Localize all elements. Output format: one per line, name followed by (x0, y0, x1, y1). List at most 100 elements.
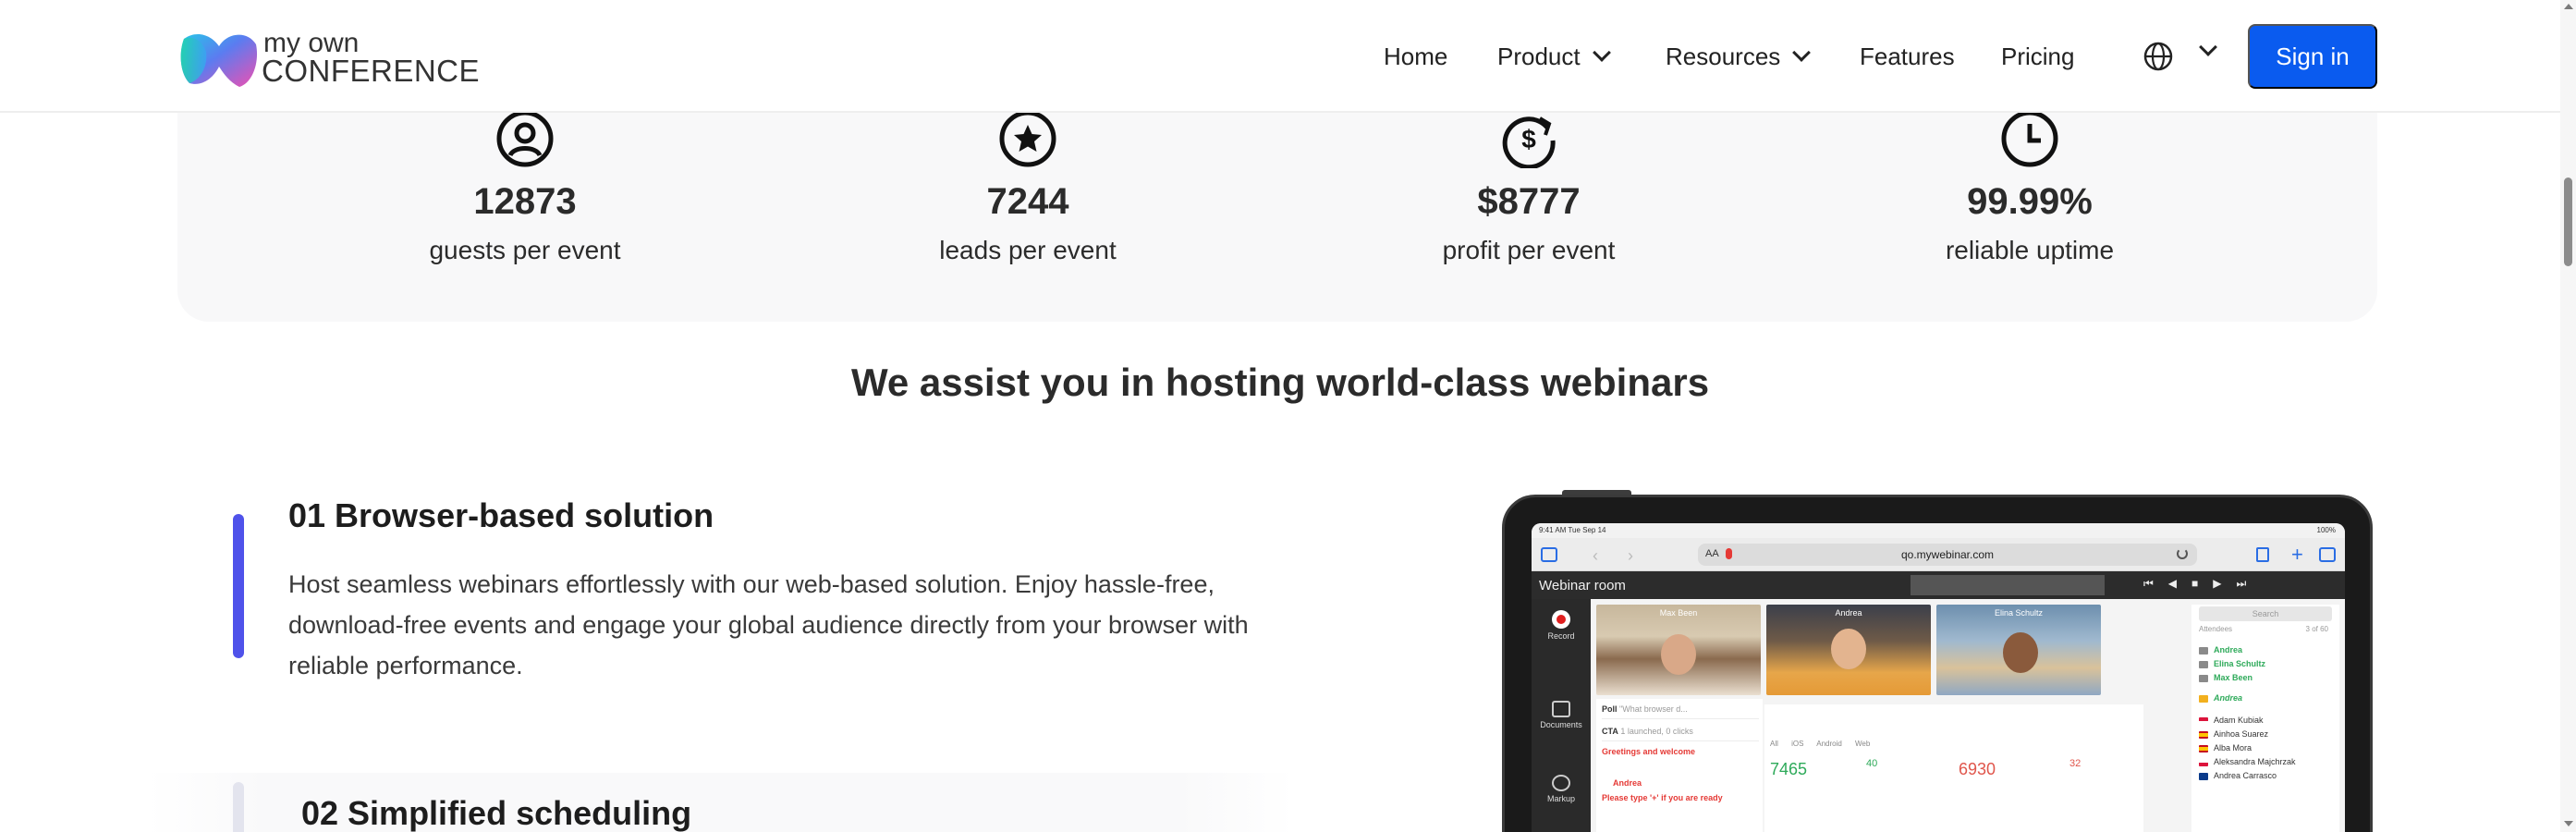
analytics-small-1: 40 (1866, 758, 1878, 769)
attendee-row: Ainhoa Suarez (2199, 728, 2338, 741)
language-chevron-down-icon[interactable] (2199, 38, 2217, 56)
video-tile: Andrea (1766, 605, 1931, 695)
page-scrollbar[interactable] (2560, 0, 2576, 832)
sidebar-markup-label: Markup (1546, 794, 1575, 803)
attendee-name: Alba Mora (2214, 743, 2252, 752)
reader-text-size: AA (1705, 548, 1719, 559)
scroll-up-arrow-icon[interactable] (2564, 4, 2573, 9)
video-tile: Max Been (1596, 605, 1761, 695)
chat-author: Andrea (1613, 778, 1642, 788)
site-header: my own CONFERENCE Home Product Resources… (0, 0, 2560, 113)
flag-icon (2199, 758, 2208, 766)
nav-product[interactable]: Product (1497, 41, 1611, 72)
stat-uptime: 99.99% reliable uptime (1836, 109, 2224, 266)
host-name: Andrea (2214, 645, 2243, 655)
stat-leads: 7244 leads per event (834, 109, 1222, 266)
stat-value: 12873 (473, 181, 577, 222)
analytics-small-2: 32 (2069, 758, 2082, 769)
url-text: qo.mywebinar.com (1900, 548, 1995, 561)
poll-row: Poll "What browser d... (1602, 699, 1759, 719)
host-name: Elina Schultz (2214, 659, 2266, 668)
attendee-row: Adam Kubiak (2199, 714, 2338, 728)
device-status-bar: 9:41 AM Tue Sep 14 100% (1532, 523, 2345, 538)
chevron-down-icon (1792, 43, 1812, 62)
flag-icon (2199, 716, 2208, 725)
nav-pricing-label: Pricing (2001, 43, 2075, 70)
chevron-down-icon (1592, 43, 1611, 62)
logo-mark-icon (180, 33, 258, 87)
browser-toolbar: ‹ › AA qo.mywebinar.com + (1532, 538, 2345, 571)
globe-icon[interactable] (2143, 41, 2174, 72)
attendees-search: Search (2199, 606, 2332, 621)
sidebar-documents: Documents (1532, 701, 1591, 729)
slide-thumbnails (1911, 575, 2105, 595)
status-battery: 100% (2316, 526, 2336, 534)
video-name: Andrea (1835, 608, 1862, 618)
chat-message: Please type '+' if you are ready (1602, 793, 1723, 802)
room-sidebar: Record Documents Markup (1532, 599, 1591, 832)
markup-icon (1552, 775, 1570, 791)
host-row: Andrea (2199, 643, 2338, 657)
nav-home[interactable]: Home (1384, 41, 1447, 72)
attendee-row: Andrea Carrasco (2199, 769, 2338, 783)
nav-features-label: Features (1860, 43, 1955, 70)
new-tab-icon: + (2291, 543, 2303, 566)
stat-label: leads per event (939, 236, 1117, 264)
stat-label: profit per event (1442, 236, 1616, 264)
microphone-icon (1726, 548, 1732, 559)
url-bar: AA qo.mywebinar.com (1698, 544, 2197, 566)
feature-1-title[interactable]: 01 Browser-based solution (288, 493, 714, 539)
logo-text-line2: CONFERENCE (262, 54, 481, 88)
attendee-name: Ainhoa Suarez (2214, 729, 2269, 739)
crown-icon (2199, 694, 2208, 703)
flag-icon (2199, 744, 2208, 752)
webinar-room-screenshot: 9:41 AM Tue Sep 14 100% ‹ › AA qo.mywebi… (1532, 523, 2345, 832)
feature-2-title[interactable]: 02 Simplified scheduling (301, 790, 691, 832)
avatar-icon (2199, 646, 2208, 655)
webinar-room-topbar: Webinar room ⏮◀■▶⏭ (1532, 571, 2345, 599)
stats-panel: 12873 guests per event 7244 leads per ev… (177, 83, 2377, 322)
flag-icon (2199, 730, 2208, 739)
scroll-thumb[interactable] (2564, 177, 2572, 266)
clock-icon (2001, 110, 2058, 167)
nav-product-label: Product (1497, 43, 1581, 70)
video-name: Elina Schultz (1994, 608, 2044, 618)
participant-face (2003, 632, 2038, 673)
playback-controls: ⏮◀■▶⏭ (2143, 577, 2262, 590)
attendees-heading: Attendees 3 of 60 (2199, 625, 2332, 633)
scroll-down-arrow-icon[interactable] (2564, 821, 2573, 826)
record-icon (1552, 610, 1570, 629)
feature-active-indicator (233, 514, 244, 658)
cta-label: CTA (1602, 727, 1618, 736)
stat-profit: $ $8777 profit per event (1335, 109, 1723, 266)
attendee-name: Adam Kubiak (2214, 716, 2264, 725)
stat-label: guests per event (429, 236, 621, 264)
stat-label: reliable uptime (1945, 236, 2115, 264)
status-time: 9:41 AM Tue Sep 14 (1539, 526, 1606, 534)
star-circle-icon (999, 110, 1056, 167)
participant-face (1661, 634, 1696, 675)
sidebar-documents-label: Documents (1540, 720, 1582, 729)
nav-features[interactable]: Features (1860, 41, 1955, 72)
flag-icon (2199, 772, 2208, 780)
nav-pricing[interactable]: Pricing (2001, 41, 2074, 72)
video-name: Max Been (1659, 608, 1698, 618)
analytics-value-2: 6930 (1959, 760, 1996, 778)
feature-1-description: Host seamless webinars effortlessly with… (288, 570, 1249, 679)
room-title: Webinar room (1539, 578, 1626, 593)
documents-icon (1552, 701, 1570, 717)
avatar-icon (2199, 660, 2208, 668)
cta-value: 1 launched, 0 clicks (1620, 727, 1693, 736)
participant-face (1831, 629, 1866, 669)
sign-in-button[interactable]: Sign in (2248, 24, 2377, 89)
dollar-refresh-icon: $ (1502, 116, 1556, 168)
attendees-panel: Search Attendees 3 of 60 Andrea Elina Sc… (2191, 605, 2339, 832)
attendees-count: 3 of 60 (2305, 625, 2328, 633)
svg-text:$: $ (1521, 125, 1536, 153)
nav-resources[interactable]: Resources (1666, 41, 1812, 72)
site-logo[interactable]: my own CONFERENCE (178, 26, 480, 91)
share-icon (2256, 547, 2269, 562)
sidebar-markup: Markup (1532, 775, 1591, 803)
stat-value: 99.99% (1967, 181, 2093, 222)
stat-value: 7244 (986, 181, 1069, 222)
